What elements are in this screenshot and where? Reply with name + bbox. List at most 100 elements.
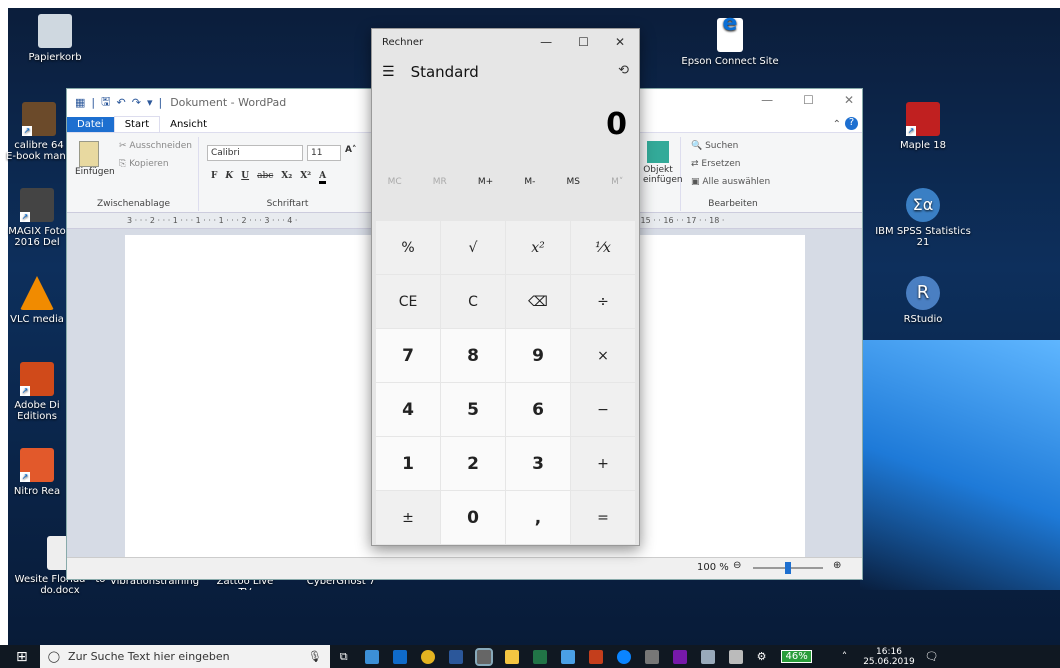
calculator-window[interactable]: Rechner — ☐ ✕ ☰ Standard ⟲ 0 MC MR M+ M-… [371,28,640,546]
clear-entry-button[interactable]: CE [376,275,440,328]
edge-icon[interactable] [616,649,631,664]
reciprocal-button[interactable]: ⅟x [571,221,635,274]
find-button[interactable]: 🔍 Suchen [691,141,738,151]
digit-7-button[interactable]: 7 [376,329,440,382]
maximize-icon[interactable]: ☐ [578,35,589,49]
zoom-slider[interactable] [753,562,823,574]
close-icon[interactable]: ✕ [844,93,854,107]
calculator-taskbar-icon[interactable] [474,647,493,666]
copy-button[interactable]: ⎘ Kopieren [119,159,169,169]
task-view-icon[interactable]: ⧉ [340,650,348,664]
microphone-icon[interactable]: 🎙 [308,650,322,663]
taskbar-app-icon[interactable] [364,649,379,664]
redo-icon[interactable]: ↷ [132,96,141,109]
equals-button[interactable]: = [571,491,635,544]
digit-5-button[interactable]: 5 [441,383,505,436]
app-icon[interactable] [644,649,659,664]
percent-button[interactable]: % [376,221,440,274]
help-icon[interactable]: ? [845,117,858,130]
undo-icon[interactable]: ↶ [117,96,126,109]
grow-font-icon[interactable]: A˄ [345,145,356,155]
strikethrough-button[interactable]: abc [257,171,273,184]
digit-4-button[interactable]: 4 [376,383,440,436]
memory-clear-button[interactable]: MC [388,177,402,187]
digit-8-button[interactable]: 8 [441,329,505,382]
file-explorer-icon[interactable] [504,649,519,664]
desktop-icon-spss[interactable]: Σα IBM SPSS Statistics 21 [874,188,972,248]
clock[interactable]: 16:16 25.06.2019 [863,647,915,667]
desktop-icon-nitro[interactable]: ↗ Nitro Rea [4,448,70,497]
square-button[interactable]: x² [506,221,570,274]
notification-center-icon[interactable]: 🗨 [925,650,939,663]
multiply-button[interactable]: × [571,329,635,382]
desktop-icon-calibre[interactable]: ↗ calibre 64 E-book mana [4,102,74,162]
app-icon[interactable] [700,649,715,664]
paste-button[interactable]: Einfügen [75,141,115,181]
desktop-icon-magix[interactable]: ↗ MAGIX Foto 2016 Del [4,188,70,248]
replace-button[interactable]: ⇄ Ersetzen [691,159,741,169]
zoom-out-button[interactable]: ⊖ [733,560,741,571]
save-icon[interactable]: 🖫 [101,93,110,112]
decimal-button[interactable]: , [506,491,570,544]
clear-button[interactable]: C [441,275,505,328]
memory-recall-button[interactable]: MR [433,177,447,187]
battery-indicator[interactable]: 46% [781,650,812,663]
bold-button[interactable]: F [211,171,217,184]
digit-2-button[interactable]: 2 [441,437,505,490]
desktop-icon-recycle-bin[interactable]: Papierkorb [16,14,94,63]
minimize-icon[interactable]: — [540,35,552,49]
onenote-icon[interactable] [672,649,687,664]
close-icon[interactable]: ✕ [615,35,625,49]
desktop-icon-vlc[interactable]: VLC media [4,276,70,325]
memory-subtract-button[interactable]: M- [524,177,535,187]
tab-ansicht[interactable]: Ansicht [160,117,217,132]
history-icon[interactable]: ⟲ [618,63,629,78]
digit-0-button[interactable]: 0 [441,491,505,544]
digit-3-button[interactable]: 3 [506,437,570,490]
negate-button[interactable]: ± [376,491,440,544]
hamburger-menu-icon[interactable]: ☰ [382,64,395,80]
divide-button[interactable]: ÷ [571,275,635,328]
zoom-slider-thumb[interactable] [785,562,791,574]
desktop-icon-maple[interactable]: ↗ Maple 18 [884,102,962,151]
subscript-button[interactable]: X₂ [281,171,292,184]
insert-object-button[interactable]: Objekt einfügen [643,141,683,185]
desktop-icon-rstudio[interactable]: R RStudio [884,276,962,325]
backspace-button[interactable]: ⌫ [506,275,570,328]
maximize-icon[interactable]: ☐ [803,93,814,107]
italic-button[interactable]: K [225,171,233,184]
excel-icon[interactable] [532,649,547,664]
powerpoint-icon[interactable] [588,649,603,664]
word-icon[interactable] [448,649,463,664]
memory-add-button[interactable]: M+ [478,177,493,187]
desktop-icon-adobe-digital-editions[interactable]: ↗ Adobe Di Editions [4,362,70,422]
tray-chevron-icon[interactable]: ˄ [842,650,848,663]
memory-store-button[interactable]: MS [566,177,579,187]
taskbar-search-box[interactable]: ◯ Zur Suche Text hier eingeben 🎙 [39,645,330,668]
zoom-in-button[interactable]: ⊕ [833,560,841,571]
tab-datei[interactable]: Datei [67,117,114,132]
calculator-titlebar[interactable]: Rechner — ☐ ✕ [372,29,639,55]
cut-button[interactable]: ✂ Ausschneiden [119,141,192,151]
superscript-button[interactable]: X² [300,171,311,184]
add-button[interactable]: + [571,437,635,490]
app-icon[interactable] [560,649,575,664]
chrome-icon[interactable] [420,649,435,664]
sqrt-button[interactable]: √ [441,221,505,274]
settings-gear-icon[interactable]: ⚙ [757,650,767,664]
memory-list-button[interactable]: M˅ [611,177,623,187]
font-family-select[interactable]: Calibri [207,145,303,161]
ribbon-collapse-icon[interactable]: ⌃ [823,117,845,132]
font-color-button[interactable]: A [319,171,327,184]
digit-6-button[interactable]: 6 [506,383,570,436]
digit-9-button[interactable]: 9 [506,329,570,382]
outlook-icon[interactable] [392,649,407,664]
tab-start[interactable]: Start [113,116,161,132]
digit-1-button[interactable]: 1 [376,437,440,490]
underline-button[interactable]: U [241,171,249,184]
customize-qat-icon[interactable]: ▾ [147,96,153,109]
select-all-button[interactable]: ▣ Alle auswählen [691,177,770,187]
app-icon[interactable] [728,649,743,664]
start-windows-icon[interactable]: ⊞ [16,649,28,665]
desktop-icon-epson-connect[interactable]: e Epson Connect Site [680,13,780,68]
